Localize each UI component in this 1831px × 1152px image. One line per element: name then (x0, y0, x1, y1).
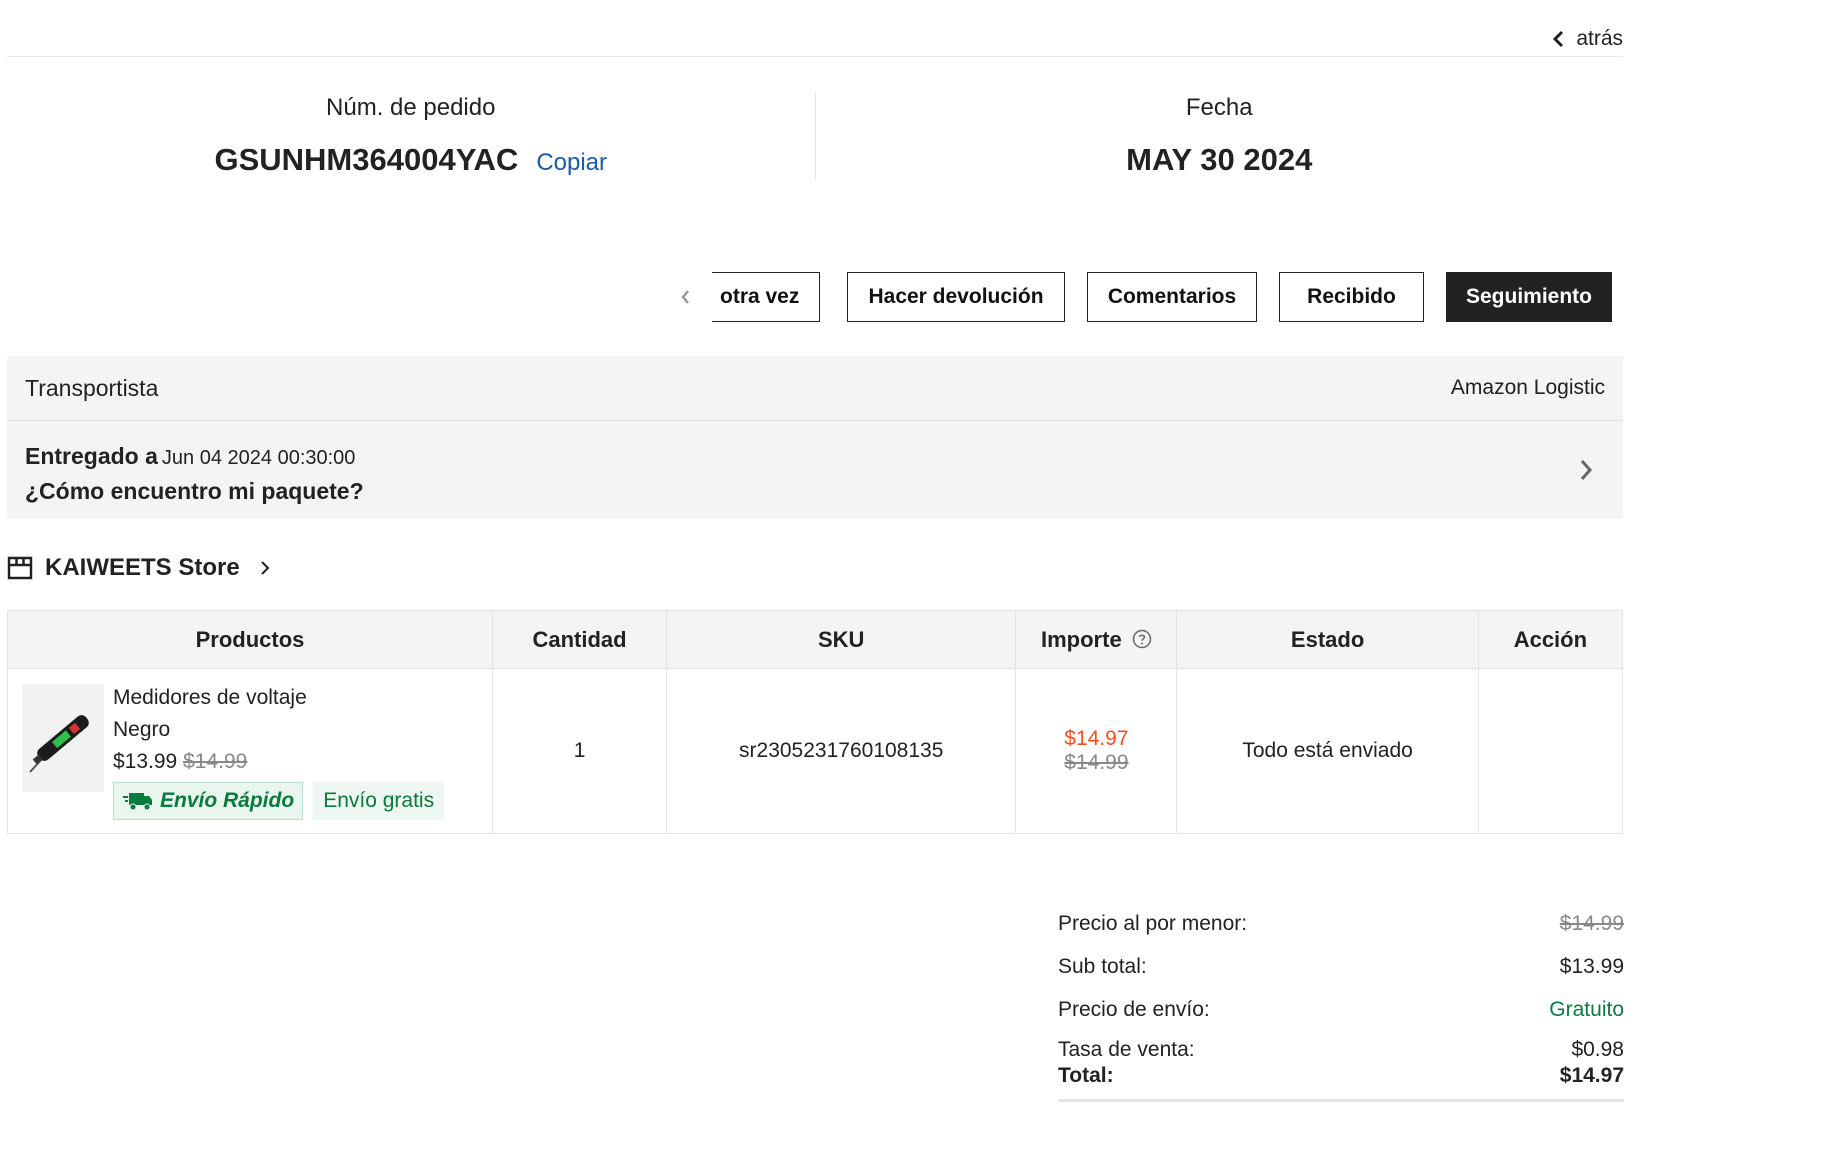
back-link[interactable]: atrás (1552, 27, 1623, 51)
shipping-tags: Envío Rápido Envío gratis (113, 782, 445, 820)
delivery-info[interactable]: Entregado a Jun 04 2024 00:30:00 ¿Cómo en… (7, 421, 1623, 518)
chevron-right-icon (1580, 460, 1593, 480)
header-amount-label: Importe (1041, 626, 1122, 652)
scroll-left-button[interactable] (668, 286, 702, 308)
store-icon (7, 556, 33, 580)
comments-button[interactable]: Comentarios (1087, 272, 1257, 322)
header-quantity: Cantidad (492, 610, 668, 669)
back-label: atrás (1576, 27, 1623, 50)
top-bar: atrás (7, 0, 1623, 57)
carrier-row: Transportista Amazon Logistic (7, 356, 1623, 421)
product-original-price: $14.99 (183, 750, 248, 773)
voltage-tester-image (29, 715, 89, 773)
shipping-row: Precio de envío: Gratuito (1058, 988, 1624, 1031)
header-status: Estado (1176, 610, 1479, 669)
order-date-label: Fecha (1185, 94, 1253, 121)
carrier-label: Transportista (25, 374, 159, 401)
order-number-row: GSUNHM364004YAC Copiar (214, 142, 607, 178)
retail-price-label: Precio al por menor: (1058, 911, 1248, 935)
order-date-value: MAY 30 2024 (1126, 142, 1313, 177)
product-cell: Medidores de voltaje Negro $13.99 $14.99 (6, 668, 494, 834)
total-label: Total: (1058, 1064, 1114, 1087)
find-package-link[interactable]: ¿Cómo encuentro mi paquete? (25, 478, 1605, 505)
carrier-panel: Transportista Amazon Logistic Entregado … (7, 356, 1623, 519)
fast-shipping-label: Envío Rápido (160, 789, 295, 812)
amount-cell: $14.97 $14.99 (1015, 668, 1178, 834)
table-row: Medidores de voltaje Negro $13.99 $14.99 (6, 668, 1624, 834)
sku-cell: sr2305231760108135 (666, 668, 1017, 834)
product-image[interactable] (22, 684, 104, 792)
product-price: $13.99 (113, 750, 178, 773)
help-circle-icon[interactable] (1132, 629, 1152, 649)
order-header: Núm. de pedido GSUNHM364004YAC Copiar Fe… (7, 92, 1623, 180)
header-products: Productos (6, 610, 494, 669)
chevron-left-icon (680, 290, 689, 304)
product-variant: Negro (113, 718, 171, 741)
product-info: Medidores de voltaje Negro $13.99 $14.99 (113, 682, 445, 820)
order-number-value: GSUNHM364004YAC (214, 142, 519, 177)
chevron-right-icon (260, 561, 270, 575)
summary-divider (1058, 1099, 1624, 1102)
quantity-cell: 1 (492, 668, 668, 834)
tax-value: $0.98 (1571, 1038, 1624, 1061)
delivered-line: Entregado a Jun 04 2024 00:30:00 (25, 443, 1605, 470)
subtotal-label: Sub total: (1058, 954, 1147, 978)
header-action: Acción (1477, 610, 1624, 669)
product-name[interactable]: Medidores de voltaje (113, 682, 444, 714)
order-date-row: MAY 30 2024 (1126, 142, 1312, 178)
order-summary: Precio al por menor: $14.99 Sub total: $… (1058, 902, 1624, 1102)
table-header-row: Productos Cantidad SKU Importe Estado Ac… (6, 610, 1624, 669)
action-cell (1477, 668, 1624, 834)
tax-label: Tasa de venta: (1058, 1038, 1195, 1061)
product-block: Medidores de voltaje Negro $13.99 $14.99 (8, 682, 492, 820)
chevron-left-icon (1553, 30, 1564, 48)
shipping-value: Gratuito (1549, 997, 1624, 1021)
subtotal-value: $13.99 (1559, 954, 1624, 978)
delivered-label: Entregado a (25, 443, 158, 469)
total-row: Total: $14.97 (1058, 1063, 1624, 1089)
buy-again-button[interactable]: otra vez (712, 272, 820, 322)
status-cell: Todo está enviado (1176, 668, 1479, 834)
total-value: $14.97 (1559, 1064, 1624, 1087)
carrier-value: Amazon Logistic (1450, 376, 1605, 399)
truck-icon (123, 793, 152, 811)
store-link[interactable]: KAIWEETS Store (7, 554, 270, 582)
order-actions: otra vez Hacer devolución Comentarios Re… (668, 272, 1612, 322)
order-number-block: Núm. de pedido GSUNHM364004YAC Copiar (7, 92, 816, 180)
received-button[interactable]: Recibido (1279, 272, 1424, 322)
store-name: KAIWEETS Store (45, 554, 240, 581)
tracking-button[interactable]: Seguimiento (1446, 272, 1612, 322)
shipping-label: Precio de envío: (1058, 997, 1210, 1021)
amount-original: $14.99 (1064, 751, 1129, 774)
subtotal-row: Sub total: $13.99 (1058, 945, 1624, 988)
copy-button[interactable]: Copiar (536, 149, 607, 177)
product-price-line: $13.99 $14.99 (113, 746, 444, 778)
order-number-label: Núm. de pedido (326, 94, 496, 121)
retail-price-value: $14.99 (1559, 911, 1624, 935)
return-button[interactable]: Hacer devolución (847, 272, 1065, 322)
order-date-block: Fecha MAY 30 2024 (816, 92, 1624, 180)
header-sku: SKU (666, 610, 1017, 669)
free-shipping-badge: Envío gratis (313, 782, 445, 820)
delivered-datetime: Jun 04 2024 00:30:00 (161, 447, 356, 469)
amount-value: $14.97 (1064, 727, 1129, 750)
order-items-table: Productos Cantidad SKU Importe Estado Ac… (6, 610, 1624, 834)
fast-shipping-badge: Envío Rápido (113, 782, 304, 820)
header-amount: Importe (1015, 610, 1178, 669)
tax-row: Tasa de venta: $0.98 (1058, 1037, 1624, 1063)
retail-price-row: Precio al por menor: $14.99 (1058, 902, 1624, 945)
